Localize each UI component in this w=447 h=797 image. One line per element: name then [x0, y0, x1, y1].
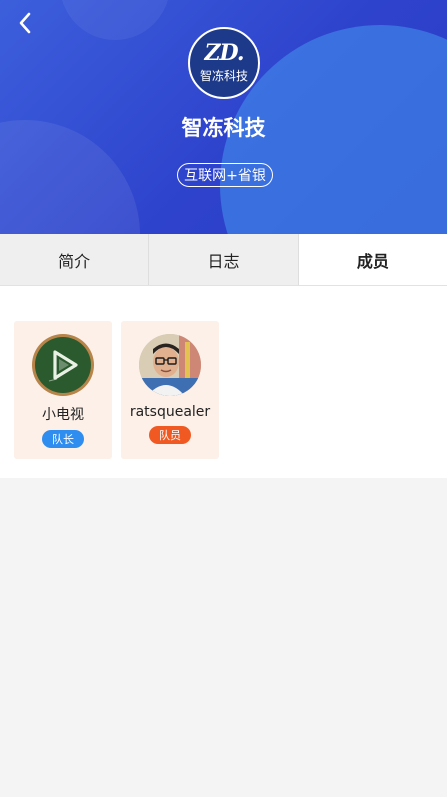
role-badge: 队员 [149, 426, 191, 444]
team-category-tag: 互联网+省银 [177, 163, 273, 187]
play-chalkboard-icon [35, 337, 91, 393]
member-card[interactable]: 小电视 队长 [14, 321, 112, 459]
avatar [139, 334, 201, 396]
back-button[interactable] [10, 8, 40, 38]
tab-members[interactable]: 成员 [298, 234, 447, 285]
tab-log[interactable]: 日志 [149, 234, 299, 285]
team-logo-name: 智冻科技 [199, 69, 248, 83]
member-name: 小电视 [42, 407, 84, 423]
person-photo-icon [139, 334, 201, 396]
member-name: ratsquealer [129, 404, 211, 420]
team-header: ZD. 智冻科技 智冻科技 互联网+省银 [0, 0, 447, 234]
members-panel: 小电视 队长 ratsquealer 队员 [0, 286, 447, 478]
avatar [32, 334, 94, 396]
tab-bar: 简介 日志 成员 [0, 234, 447, 286]
header-decor-circle [60, 0, 170, 40]
role-badge: 队长 [42, 430, 84, 448]
chevron-left-icon [19, 12, 31, 34]
member-card[interactable]: ratsquealer 队员 [121, 321, 219, 459]
tab-intro[interactable]: 简介 [0, 234, 150, 285]
team-logo-mark: ZD. [204, 40, 244, 66]
team-name: 智冻科技 [181, 116, 266, 140]
team-logo: ZD. 智冻科技 [188, 27, 260, 99]
